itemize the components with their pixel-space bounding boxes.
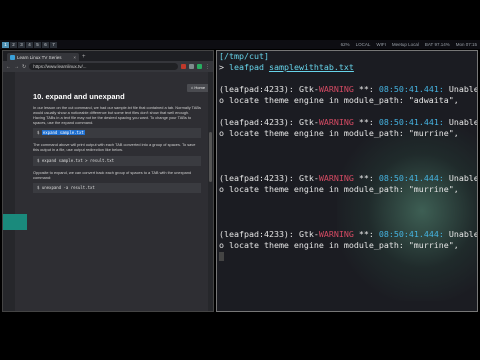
warning-stars: **: [358, 84, 374, 94]
workspace-7[interactable]: 7 [50, 41, 57, 48]
warning-level: WARNING [318, 117, 354, 127]
favicon-icon [10, 54, 15, 60]
back-icon[interactable]: ← [6, 64, 11, 70]
warning-lib: Gtk- [298, 229, 319, 239]
new-tab-button[interactable]: + [82, 53, 86, 61]
code-block: $ expand sample.txt > result.txt [33, 155, 201, 166]
menu-icon[interactable]: ⋮ [205, 64, 210, 70]
command-text: leafpad [229, 62, 264, 72]
paragraph: The command above will print output with… [33, 142, 196, 153]
paragraph: Opposite to expand, we can convert back … [33, 169, 192, 180]
status-battery: BAT 97.14% [424, 42, 450, 47]
warning-time: 08:50:41.441: [378, 117, 444, 127]
web-page: ⌂ Home 10. expand and unexpand In our le… [3, 72, 213, 311]
extension-icon[interactable] [189, 64, 194, 69]
code-block: $ expand sample.txt [33, 128, 201, 139]
warning-time: 08:50:41.444: [378, 173, 444, 183]
browser-window: Learn Linux TV Series × + ← → ↻ https://… [2, 50, 214, 312]
warning-line: (leafpad:4233): Gtk-WARNING **: 08:50:41… [219, 84, 478, 94]
warning-lib: Gtk- [298, 84, 319, 94]
prompt-symbol: > [219, 62, 224, 72]
warning-lib: Gtk- [298, 173, 319, 183]
warning-message: Unable t [448, 117, 478, 127]
warning-stars: **: [358, 173, 374, 183]
status-area: 62% LOCAL WIFI Meetup Local BAT 97.14% M… [341, 42, 480, 47]
status-network: Meetup Local [391, 42, 419, 47]
workspace-5[interactable]: 5 [34, 41, 41, 48]
warning-level: WARNING [318, 173, 354, 183]
page-title: 10. expand and unexpand [33, 92, 125, 101]
warning-pid: (leafpad:4233): [219, 117, 294, 127]
sidebar-toggle[interactable] [3, 214, 27, 230]
warning-line: (leafpad:4233): Gtk-WARNING **: 08:50:41… [219, 229, 478, 239]
warning-message: Unable t [448, 229, 478, 239]
article: 10. expand and unexpand In our lesson on… [33, 92, 201, 197]
warning-line: (leafpad:4233): Gtk-WARNING **: 08:50:41… [219, 173, 478, 183]
reload-icon[interactable]: ↻ [22, 64, 26, 70]
terminal-background [337, 121, 477, 301]
navigation-bar: ← → ↻ https://www.learnlinux.tv/... ⋮ [3, 61, 213, 72]
cwd-text: [/tmp/cut] [219, 51, 269, 61]
workspace-1[interactable]: 1 [2, 41, 9, 48]
tab-title: Learn Linux TV Series [17, 54, 62, 60]
warning-time: 08:50:41.441: [378, 84, 444, 94]
code-block: $ unexpand -a result.txt [33, 182, 201, 193]
warning-continuation: o locate theme engine in module_path: "a… [219, 95, 459, 105]
workspace-3[interactable]: 3 [18, 41, 25, 48]
warning-pid: (leafpad:4233): [219, 229, 294, 239]
tab-strip: Learn Linux TV Series × + [3, 51, 213, 61]
warning-pid: (leafpad:4233): [219, 84, 294, 94]
home-button[interactable]: ⌂ Home [187, 84, 209, 92]
tab-close-icon[interactable]: × [73, 55, 76, 60]
forward-icon[interactable]: → [14, 64, 19, 70]
code-text-highlighted: expand sample.txt [41, 130, 85, 136]
warning-message: Unable t [448, 173, 478, 183]
warning-continuation: o locate theme engine in module_path: "m… [219, 128, 459, 138]
warning-pid: (leafpad:4233): [219, 173, 294, 183]
extension-icon[interactable] [197, 64, 202, 69]
warning-stars: **: [358, 117, 374, 127]
warning-time: 08:50:41.444: [378, 229, 444, 239]
scrollbar-thumb[interactable] [209, 132, 212, 182]
warning-level: WARNING [318, 229, 354, 239]
status-wifi: WIFI [376, 42, 386, 47]
paragraph: In our lesson on the cut command, we had… [33, 105, 201, 126]
page-sidebar [3, 72, 15, 311]
workspace-6[interactable]: 6 [42, 41, 49, 48]
workspace-4[interactable]: 4 [26, 41, 33, 48]
warning-line: (leafpad:4233): Gtk-WARNING **: 08:50:41… [219, 117, 478, 127]
warning-stars: **: [358, 229, 374, 239]
browser-tab[interactable]: Learn Linux TV Series × [7, 53, 79, 61]
address-bar[interactable]: https://www.learnlinux.tv/... [29, 63, 178, 70]
scrollbar[interactable] [208, 72, 213, 311]
status-local: LOCAL [355, 42, 371, 47]
warning-continuation: o locate theme engine in module_path: "m… [219, 184, 459, 194]
warning-level: WARNING [318, 84, 354, 94]
workspace-switcher: 1 2 3 4 5 6 7 [2, 41, 57, 48]
extension-icon[interactable] [181, 64, 186, 69]
home-button-label: Home [194, 85, 206, 90]
system-top-bar: 1 2 3 4 5 6 7 62% LOCAL WIFI Meetup Loca… [0, 40, 480, 49]
warning-message: Unable t [448, 84, 478, 94]
terminal-cwd: [/tmp/cut] [219, 51, 269, 61]
terminal-window[interactable]: [/tmp/cut] > leafpad samplewithtab.txt (… [216, 50, 478, 312]
command-argument: samplewithtab.txt [268, 62, 354, 72]
terminal-command-line: > leafpad samplewithtab.txt [219, 62, 354, 72]
cursor [219, 252, 224, 261]
terminal-cursor-line [219, 251, 224, 261]
workspace-2[interactable]: 2 [10, 41, 17, 48]
status-clock: Mon 07:15 [455, 42, 477, 47]
warning-lib: Gtk- [298, 117, 319, 127]
status-cpu: 62% [340, 42, 350, 47]
code-prompt: $ [37, 130, 40, 136]
warning-continuation: o locate theme engine in module_path: "m… [219, 240, 459, 250]
